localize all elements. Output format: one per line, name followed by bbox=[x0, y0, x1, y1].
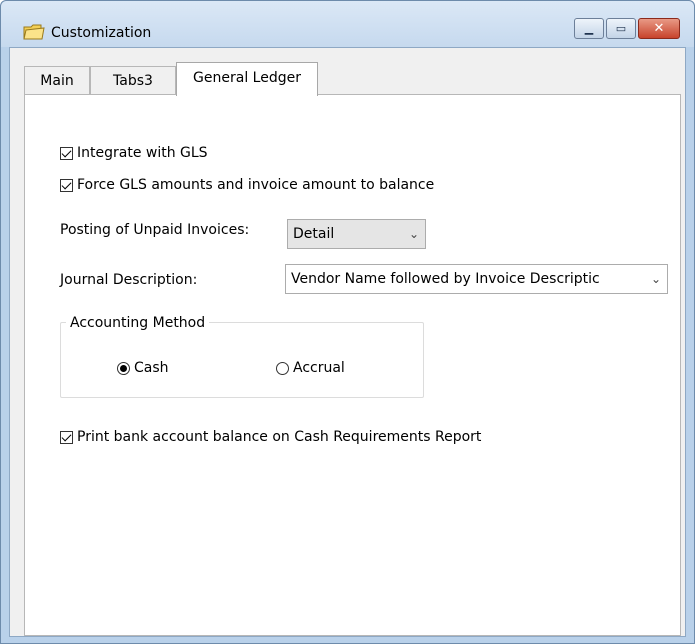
integrate-gls-label: Integrate with GLS bbox=[77, 145, 208, 161]
posting-unpaid-dropdown[interactable]: Detail ⌄ bbox=[287, 219, 426, 249]
print-bank-balance-checkbox[interactable] bbox=[60, 430, 73, 444]
tab-general-ledger[interactable]: General Ledger bbox=[176, 62, 318, 96]
caption-buttons: ▁ ▭ ✕ bbox=[574, 18, 680, 39]
journal-description-row: Journal Description: bbox=[60, 272, 197, 288]
accrual-label: Accrual bbox=[293, 360, 345, 376]
integrate-gls-checkbox[interactable] bbox=[60, 146, 73, 160]
chevron-down-icon: ⌄ bbox=[408, 227, 419, 241]
posting-unpaid-label: Posting of Unpaid Invoices: bbox=[60, 222, 250, 238]
tab-general-ledger-label: General Ledger bbox=[193, 70, 301, 86]
accrual-option[interactable]: Accrual bbox=[276, 360, 345, 376]
tab-tabs3-label: Tabs3 bbox=[113, 73, 153, 89]
integrate-gls-option[interactable]: Integrate with GLS bbox=[60, 145, 208, 161]
accounting-method-legend: Accounting Method bbox=[66, 315, 210, 331]
minimize-button[interactable]: ▁ bbox=[574, 18, 604, 39]
maximize-icon: ▭ bbox=[615, 22, 627, 35]
folder-note-icon bbox=[23, 24, 45, 40]
close-icon: ✕ bbox=[653, 21, 665, 36]
posting-unpaid-row: Posting of Unpaid Invoices: bbox=[60, 222, 249, 238]
tab-main[interactable]: Main bbox=[24, 66, 90, 95]
cash-option[interactable]: Cash bbox=[117, 360, 169, 376]
maximize-button[interactable]: ▭ bbox=[606, 18, 636, 39]
print-bank-balance-label: Print bank account balance on Cash Requi… bbox=[77, 429, 482, 445]
accrual-radio[interactable] bbox=[276, 361, 289, 375]
window-title: Customization bbox=[51, 25, 152, 41]
force-balance-checkbox[interactable] bbox=[60, 178, 73, 192]
journal-description-label: Journal Description: bbox=[60, 272, 198, 288]
title-bar[interactable]: Customization ▁ ▭ ✕ bbox=[1, 1, 694, 47]
minimize-icon: ▁ bbox=[584, 22, 594, 35]
posting-unpaid-value: Detail bbox=[293, 226, 335, 242]
journal-description-dropdown[interactable]: Vendor Name followed by Invoice Descript… bbox=[285, 264, 668, 294]
force-balance-label: Force GLS amounts and invoice amount to … bbox=[77, 177, 435, 193]
journal-description-value: Vendor Name followed by Invoice Descript… bbox=[291, 271, 600, 287]
accounting-method-group bbox=[60, 322, 424, 398]
force-balance-option[interactable]: Force GLS amounts and invoice amount to … bbox=[60, 177, 434, 193]
chevron-down-icon: ⌄ bbox=[646, 265, 661, 293]
close-button[interactable]: ✕ bbox=[638, 18, 680, 39]
cash-radio[interactable] bbox=[117, 361, 130, 375]
tab-tabs3[interactable]: Tabs3 bbox=[90, 66, 176, 95]
cash-label: Cash bbox=[134, 360, 169, 376]
print-bank-balance-option[interactable]: Print bank account balance on Cash Requi… bbox=[60, 429, 481, 445]
tab-main-label: Main bbox=[40, 73, 74, 89]
